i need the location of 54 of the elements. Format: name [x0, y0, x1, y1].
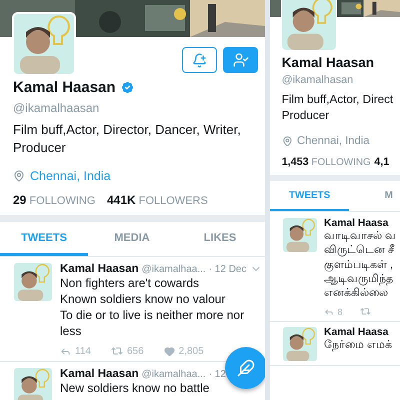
compose-button[interactable]	[225, 347, 265, 389]
profile-name: Kamal Haasan	[282, 54, 374, 70]
reply-icon[interactable]	[324, 306, 334, 317]
stat-text[interactable]: 29 FOLLOWING	[13, 193, 103, 207]
tweet-handle: @ikamalhaa...	[142, 264, 206, 274]
tweet-time: · 12	[208, 368, 226, 380]
following-button[interactable]	[223, 47, 258, 73]
tweet-text: Known soldiers know no valour	[60, 291, 226, 307]
tweet-text: நேர்மை எமக்	[324, 338, 393, 352]
profile-tab[interactable]: LIKES	[176, 222, 264, 256]
profile-handle: @ikamalhasan	[282, 74, 354, 86]
tweet-text: New soldiers know no battle	[60, 380, 210, 396]
tweet-time: · 12 Dec	[208, 264, 246, 274]
stat-text[interactable]: 441K FOLLOWERS	[107, 193, 208, 207]
tweet-author: Kamal Haasan	[60, 263, 139, 275]
action-count: 8	[337, 306, 342, 317]
bio-text: Film buff,Actor, Director, Dancer, Writer,	[13, 121, 242, 139]
bio-text: Producer	[282, 108, 330, 124]
tweet-text: ஆடிவருமிந்த	[324, 272, 394, 286]
profile-tab[interactable]: TWEETS	[0, 222, 88, 256]
tweet-text: விருட்டென சீ	[324, 243, 394, 258]
tweet-author: Kamal Haasa	[324, 326, 388, 338]
tweet-author: Kamal Haasan	[60, 368, 139, 380]
tweet-text: குளம்படிகள் ,	[324, 258, 394, 272]
tweet-text: less	[60, 323, 82, 339]
tweet-text: Non fighters are't cowards	[60, 275, 200, 291]
location-pin-icon	[282, 136, 292, 146]
feather-icon	[237, 359, 255, 377]
bell-plus-icon	[192, 52, 207, 68]
tweet-handle: @ikamalhaa...	[142, 368, 206, 380]
reply-icon[interactable]	[60, 346, 71, 356]
action-count: 656	[126, 346, 144, 356]
heart-icon[interactable]	[164, 346, 175, 356]
profile-name: Kamal Haasan	[13, 79, 116, 96]
stat-text[interactable]: 4,1	[374, 156, 400, 168]
user-check-icon	[232, 52, 248, 68]
location-text: Chennai, India	[296, 134, 370, 147]
bio-text: Producer	[13, 139, 67, 157]
tweet-text: To die or to live is neither more nor	[60, 307, 246, 323]
tweet-author: Kamal Haasa	[324, 218, 388, 229]
retweet-icon[interactable]	[110, 345, 123, 357]
action-count: 2,805	[178, 346, 204, 356]
profile-tab[interactable]: M	[349, 181, 400, 212]
action-count: 114	[75, 346, 91, 356]
profile-tab[interactable]: MEDIA	[88, 222, 176, 256]
profile-tab[interactable]: TWEETS	[270, 181, 350, 212]
notify-button[interactable]	[182, 47, 217, 73]
tweet-text: எனக்கில்லை	[324, 286, 389, 301]
location-link[interactable]: Chennai, India	[30, 169, 111, 183]
location-pin-icon	[13, 170, 25, 182]
retweet-icon[interactable]	[360, 306, 372, 317]
stat-text[interactable]: 1,453 FOLLOWING	[282, 156, 371, 168]
profile-handle: @ikamalhaasan	[13, 101, 100, 115]
tweet-text: வாடிவாசல் வ	[324, 228, 394, 244]
